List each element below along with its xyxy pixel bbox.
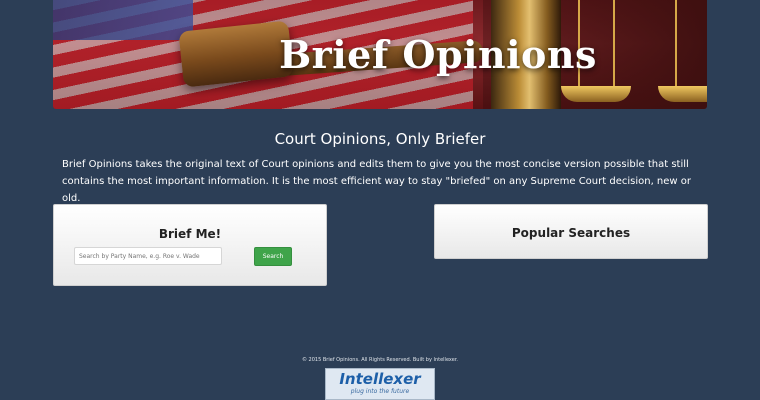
intro-paragraph: Brief Opinions takes the original text o… (62, 159, 691, 204)
logo-tagline: plug into the future (350, 388, 410, 395)
scale-pan-image (561, 86, 631, 102)
copyright-text: © 2015 Brief Opinions. All Rights Reserv… (301, 357, 459, 363)
hero-banner: Brief Opinions (53, 0, 707, 109)
brief-me-panel: Brief Me! Search (53, 204, 327, 286)
scale-pan-image (658, 86, 707, 102)
site-title: Brief Opinions (279, 32, 597, 77)
popular-searches-panel[interactable]: Popular Searches (434, 204, 708, 259)
search-input[interactable] (74, 247, 222, 265)
intellexer-logo[interactable]: Intellexer plug into the future (325, 368, 435, 400)
page-tagline: Court Opinions, Only Briefer (274, 130, 486, 148)
logo-name: Intellexer (339, 370, 421, 388)
popular-searches-title: Popular Searches (511, 226, 631, 240)
search-button[interactable]: Search (254, 247, 292, 266)
brief-me-title: Brief Me! (158, 227, 222, 241)
